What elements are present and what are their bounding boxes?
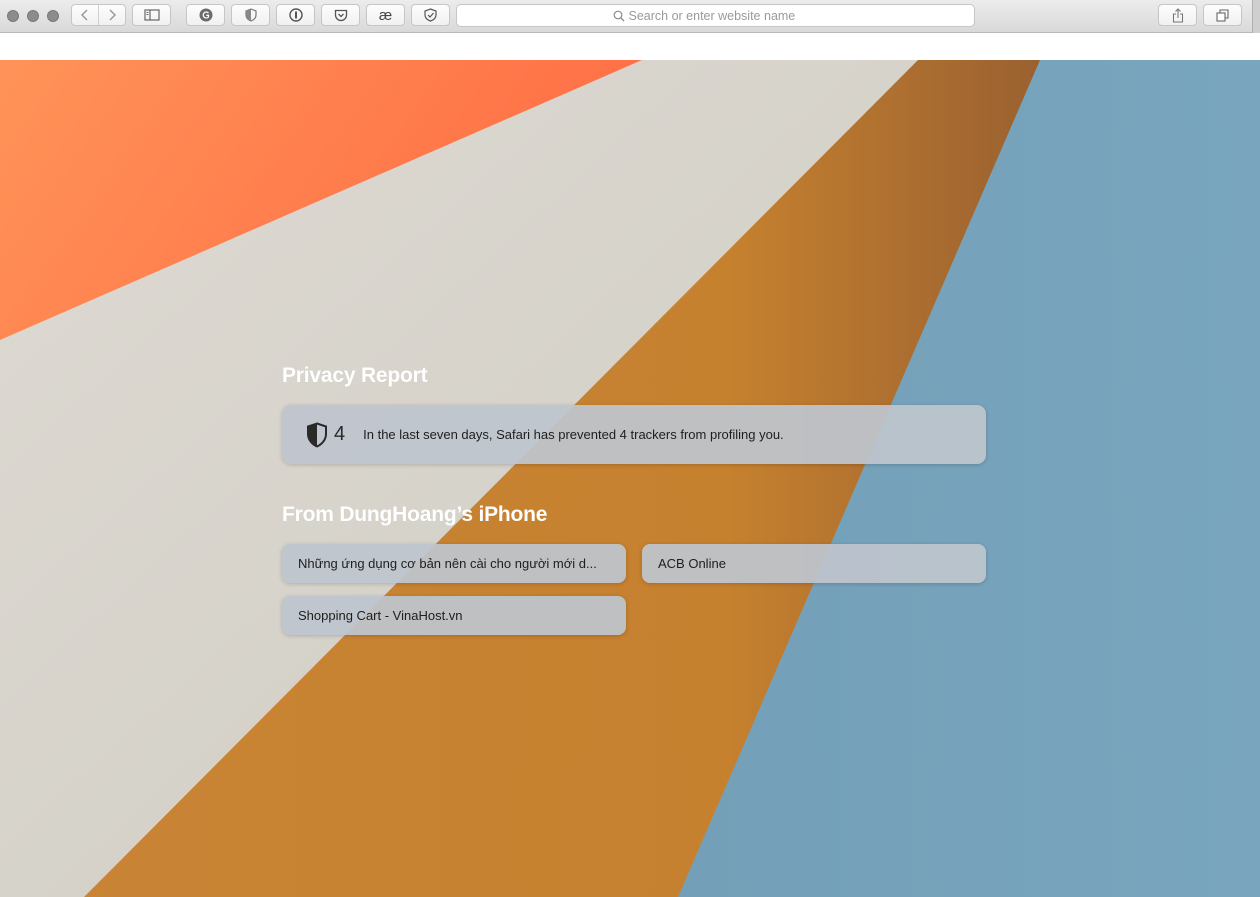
share-icon [1172, 7, 1183, 23]
icloud-tab-label: ACB Online [658, 556, 726, 571]
search-icon [613, 10, 624, 21]
window-edge [1252, 0, 1260, 33]
wallpaper-graphic [0, 60, 1260, 897]
onepassword-icon [288, 8, 303, 22]
ae-extension-icon: æ [378, 6, 393, 24]
start-page-wallpaper [0, 60, 1260, 897]
search-input[interactable] [624, 8, 819, 23]
ublock-shield-icon [244, 8, 257, 22]
privacy-report-message: In the last seven days, Safari has preve… [363, 427, 784, 442]
pocket-icon [334, 9, 347, 21]
privacy-report-title: Privacy Report [282, 364, 428, 387]
adguard-shield-icon [424, 8, 437, 22]
browser-toolbar: æ [0, 0, 1260, 33]
back-button[interactable] [72, 5, 98, 25]
icloud-tab-label: Shopping Cart - VinaHost.vn [298, 608, 463, 623]
icloud-tab-label: Những ứng dụng cơ bản nên cài cho người … [298, 556, 597, 571]
zoom-window-button[interactable] [47, 10, 59, 22]
ublock-extension-button[interactable] [231, 4, 270, 26]
tracker-count: 4 [334, 423, 346, 445]
tab-overview-button[interactable] [1203, 4, 1242, 26]
onepassword-extension-button[interactable] [276, 4, 315, 26]
tab-overview-icon [1216, 8, 1229, 22]
shield-icon [307, 421, 327, 448]
icloud-tabs-title: From DungHoang’s iPhone [282, 503, 548, 526]
adguard-extension-button[interactable] [411, 4, 450, 26]
icloud-tab-item[interactable]: ACB Online [642, 544, 986, 583]
grammarly-extension-button[interactable] [186, 4, 225, 26]
share-button[interactable] [1158, 4, 1197, 26]
sidebar-icon [143, 9, 160, 21]
pocket-extension-button[interactable] [321, 4, 360, 26]
icloud-tab-item[interactable]: Shopping Cart - VinaHost.vn [282, 596, 626, 635]
forward-button[interactable] [98, 5, 125, 25]
minimize-window-button[interactable] [27, 10, 39, 22]
content-top-strip [0, 33, 1260, 60]
address-bar[interactable] [456, 4, 975, 27]
close-window-button[interactable] [7, 10, 19, 22]
navigation-buttons [71, 4, 126, 26]
grammarly-icon [199, 8, 212, 22]
ae-extension-button[interactable]: æ [366, 4, 405, 26]
privacy-report-card[interactable]: 4 In the last seven days, Safari has pre… [282, 405, 986, 464]
icloud-tab-item[interactable]: Những ứng dụng cơ bản nên cài cho người … [282, 544, 626, 583]
chevron-left-icon [80, 9, 88, 21]
chevron-right-icon [109, 9, 117, 21]
sidebar-button[interactable] [132, 4, 171, 26]
